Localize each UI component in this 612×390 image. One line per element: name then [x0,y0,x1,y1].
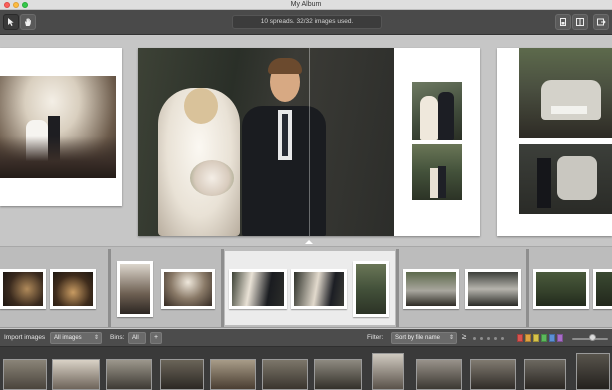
bin-image-thumbnail[interactable] [470,359,516,390]
thumbnail-size-slider-knob[interactable] [589,334,596,341]
sort-value: Sort by file name [395,335,441,341]
vintage-car-photo[interactable] [519,48,612,138]
export-button[interactable] [593,14,609,30]
spread-thumbnail-selected[interactable] [225,251,395,325]
couple-hero-photo[interactable] [138,48,394,236]
chevron-updown-icon: ⇕ [93,335,99,341]
add-bin-button[interactable]: + [150,332,162,344]
bin-image-thumbnail[interactable] [524,359,566,390]
garden-couple-photo[interactable] [412,144,462,200]
spread-view-icon [576,18,584,26]
thumbnail-page [593,269,612,309]
thumbnail-page [353,261,389,317]
color-label-yellow[interactable] [533,334,539,342]
spread-thumbnail[interactable] [0,251,106,325]
album-app-window: My Album 10 spreads. 32/32 images used. [0,0,612,390]
export-icon [597,18,606,26]
pointer-arrow-icon [8,18,14,26]
spread-divider [526,249,529,327]
thumbnail-page [161,269,215,309]
bin-image-thumbnail[interactable] [106,359,152,390]
bins-select[interactable]: All [128,332,146,344]
spread-filmstrip[interactable] [0,246,612,328]
bin-image-thumbnail[interactable] [52,359,100,390]
color-label-red[interactable] [517,334,523,342]
spread-view-button[interactable] [572,14,588,30]
hand-tool-button[interactable] [20,14,36,30]
thumbnail-page [0,269,46,309]
ceremony-photo[interactable] [0,76,116,178]
spread-divider [396,249,399,327]
spread-divider [108,249,111,327]
rating-filter-dot[interactable] [487,337,490,340]
sort-select[interactable]: Sort by file name ⇕ [391,332,457,344]
rating-filter-dot[interactable] [494,337,497,340]
thumbnail-page [50,269,96,309]
bins-value: All [132,335,139,341]
hand-pan-icon [25,18,31,26]
color-label-orange[interactable] [525,334,531,342]
image-bin-toolbar: Import images All images ⇕ Bins: All + F… [0,329,612,347]
window-title: My Album [290,1,322,8]
spread-canvas[interactable] [0,36,612,246]
bin-image-thumbnail[interactable] [372,353,404,390]
spread-thumbnail[interactable] [113,251,221,325]
main-toolbar: 10 spreads. 32/32 images used. [0,10,612,35]
image-filter-select[interactable]: All images ⇕ [50,332,102,344]
spread-fold-line [309,48,310,236]
bin-image-thumbnail[interactable] [314,359,362,390]
single-page-view-icon [560,18,566,26]
bin-image-thumbnail[interactable] [160,359,204,390]
car-exit-photo[interactable] [519,144,612,214]
bin-image-thumbnail[interactable] [576,353,610,390]
previous-spread-page[interactable] [0,48,122,206]
color-label-blue[interactable] [549,334,555,342]
single-page-view-button[interactable] [555,14,571,30]
thumbnail-page [229,269,287,309]
spread-divider [221,249,224,327]
sort-direction-toggle[interactable]: ≥ [462,332,466,342]
image-bin[interactable] [0,347,612,390]
bin-image-thumbnail[interactable] [210,359,256,390]
color-label-purple[interactable] [557,334,563,342]
current-spread-page[interactable] [138,48,480,236]
spread-thumbnail[interactable] [401,251,525,325]
thumbnail-page [291,269,347,309]
thumbnail-page [465,269,521,309]
rating-filter-dot[interactable] [473,337,476,340]
bin-image-thumbnail[interactable] [416,359,462,390]
rating-filter-dot[interactable] [480,337,483,340]
bin-image-thumbnail[interactable] [262,359,308,390]
image-filter-value: All images [54,335,82,341]
bins-label: Bins: [110,334,125,341]
import-images-button[interactable]: Import images [4,333,45,343]
thumbnail-page [533,269,589,309]
title-bar: My Album [0,0,612,10]
thumbnail-page [117,261,153,317]
thumbnail-page [403,269,459,309]
album-status-field: 10 spreads. 32/32 images used. [232,15,382,29]
chevron-updown-icon: ⇕ [448,335,454,341]
bin-image-thumbnail[interactable] [3,359,47,390]
color-label-green[interactable] [541,334,547,342]
rating-filter-dot[interactable] [501,337,504,340]
filter-label: Filter: [367,334,384,341]
pointer-tool-button[interactable] [3,14,19,30]
current-spread-marker [305,240,313,244]
spread-thumbnail[interactable] [531,251,612,325]
next-spread-page[interactable] [497,48,612,236]
couple-portrait-photo[interactable] [412,82,462,140]
